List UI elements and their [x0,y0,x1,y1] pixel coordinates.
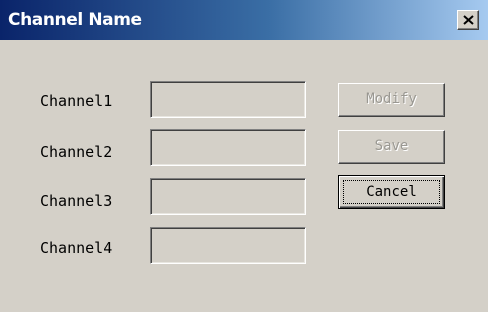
channel1-input[interactable] [150,81,306,118]
channel3-label: Channel3 [40,192,113,210]
cancel-button-label: Cancel [343,180,440,204]
channel4-label: Channel4 [40,239,113,257]
close-icon [463,15,474,25]
channel2-input[interactable] [150,129,306,166]
title-bar[interactable]: Channel Name [0,0,488,40]
window-title: Channel Name [8,10,142,30]
channel2-label: Channel2 [40,143,113,161]
close-button[interactable] [457,10,479,30]
channel3-input[interactable] [150,178,306,215]
channel4-input[interactable] [150,227,306,264]
channel-name-dialog: Channel Name Channel1 Channel2 Channel3 … [0,0,488,312]
modify-button[interactable]: Modify [338,83,445,117]
cancel-button[interactable]: Cancel [338,175,445,209]
save-button[interactable]: Save [338,130,445,164]
channel1-label: Channel1 [40,92,113,110]
